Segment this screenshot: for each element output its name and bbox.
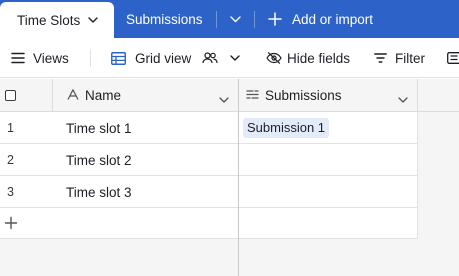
tab-time-slots[interactable]: Time Slots <box>0 2 114 38</box>
text-field-icon <box>67 88 79 103</box>
chevron-down-icon[interactable] <box>230 55 240 61</box>
linked-record-icon <box>246 88 259 103</box>
table-row[interactable]: 3 Time slot 3 <box>0 176 418 208</box>
grid-view-button[interactable]: Grid view <box>111 38 240 78</box>
view-toolbar: Views Grid view Hide fields Filter <box>0 38 459 78</box>
tables-dropdown-button[interactable] <box>228 0 242 38</box>
cell-submissions[interactable] <box>239 144 418 176</box>
hide-fields-button[interactable]: Hide fields <box>266 38 350 78</box>
group-button[interactable] <box>447 38 459 78</box>
column-header-name[interactable]: Name <box>53 79 239 112</box>
hamburger-icon <box>11 52 25 64</box>
collaborators-icon <box>202 52 218 64</box>
filter-icon <box>374 53 387 63</box>
cell-submissions[interactable]: Submission 1 <box>239 112 418 144</box>
add-record-cell[interactable] <box>0 208 239 239</box>
toolbar-divider <box>90 49 91 67</box>
filter-label: Filter <box>395 50 425 66</box>
cell-name[interactable]: Time slot 1 <box>53 112 239 144</box>
tab-submissions-label: Submissions <box>126 11 203 27</box>
table-tab-bar: Time Slots Submissions Add or import <box>0 0 459 38</box>
chevron-down-icon <box>229 15 241 22</box>
chevron-down-icon[interactable] <box>398 91 408 106</box>
add-or-import-button[interactable]: Add or import <box>268 0 373 38</box>
eye-off-icon <box>266 52 282 64</box>
row-number: 2 <box>7 153 14 167</box>
cell-name-text: Time slot 3 <box>66 184 132 200</box>
add-or-import-label: Add or import <box>292 11 374 27</box>
views-label: Views <box>33 50 69 66</box>
tab-divider <box>254 11 255 28</box>
header-select-all <box>0 79 53 112</box>
plus-icon <box>268 12 282 26</box>
table-row[interactable]: 2 Time slot 2 <box>0 144 418 176</box>
filter-button[interactable]: Filter <box>374 38 425 78</box>
tab-divider <box>216 11 217 28</box>
add-record-submissions-cell <box>239 208 418 239</box>
column-header-name-label: Name <box>85 87 122 103</box>
row-number: 3 <box>7 185 14 199</box>
grid-footer-area <box>0 239 459 276</box>
cell-name-text: Time slot 1 <box>66 120 132 136</box>
linked-record-chip[interactable]: Submission 1 <box>243 118 330 138</box>
views-button[interactable]: Views <box>11 38 69 78</box>
list-icon <box>447 52 459 64</box>
cell-name[interactable]: Time slot 2 <box>53 144 239 176</box>
tab-submissions[interactable]: Submissions <box>126 0 203 38</box>
empty-grid-area <box>418 112 459 239</box>
cell-submissions[interactable] <box>239 176 418 208</box>
column-header-submissions[interactable]: Submissions <box>239 79 418 112</box>
select-all-checkbox[interactable] <box>5 90 16 101</box>
frozen-pane-footer <box>0 239 239 276</box>
plus-icon[interactable] <box>4 216 18 230</box>
row-number: 1 <box>7 121 14 135</box>
tab-time-slots-label: Time Slots <box>17 12 81 28</box>
cell-name-text: Time slot 2 <box>66 152 132 168</box>
chevron-down-icon[interactable] <box>88 17 98 23</box>
grid-icon <box>111 51 126 65</box>
chevron-down-icon[interactable] <box>219 91 229 106</box>
cell-name[interactable]: Time slot 3 <box>53 176 239 208</box>
add-field-header[interactable] <box>418 79 459 112</box>
add-record-row[interactable] <box>0 208 418 239</box>
grid-view-label: Grid view <box>135 50 192 66</box>
hide-fields-label: Hide fields <box>287 50 351 66</box>
table-row[interactable]: 1 Time slot 1 Submission 1 <box>0 112 418 144</box>
column-header-submissions-label: Submissions <box>265 87 342 103</box>
